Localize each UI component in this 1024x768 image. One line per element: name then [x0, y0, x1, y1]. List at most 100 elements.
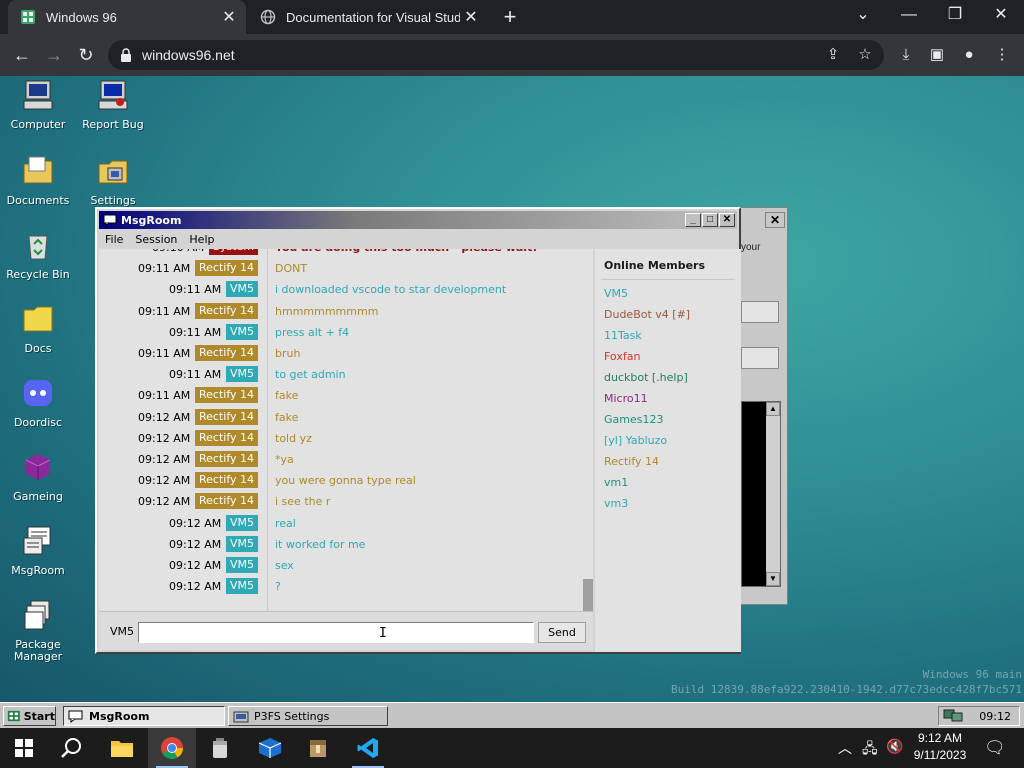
- message-user-badge[interactable]: Rectify 14: [195, 472, 259, 489]
- share-icon[interactable]: ⇪: [822, 44, 844, 66]
- minimize-icon[interactable]: _: [685, 213, 701, 227]
- new-tab-button[interactable]: +: [498, 4, 522, 30]
- search-icon[interactable]: [48, 728, 96, 768]
- back-window-scrollbar[interactable]: [766, 402, 780, 586]
- chat-scrollbar-thumb[interactable]: [583, 579, 593, 611]
- chevron-down-icon[interactable]: ⌄: [840, 0, 886, 30]
- notifications-icon[interactable]: 🗨: [984, 738, 1006, 758]
- back-window-field-1[interactable]: [741, 301, 779, 323]
- close-tab-icon[interactable]: ✕: [218, 7, 240, 27]
- message-time: 09:12 AM: [138, 495, 191, 509]
- scroll-down-icon[interactable]: ▼: [766, 572, 780, 586]
- download-icon[interactable]: ⤓: [893, 42, 919, 68]
- chat-scrollbar[interactable]: [583, 249, 593, 611]
- kebab-menu-icon[interactable]: ⋮: [989, 42, 1015, 68]
- send-button[interactable]: Send: [538, 622, 586, 643]
- message-user-badge[interactable]: Rectify 14: [195, 345, 259, 361]
- close-tab-icon[interactable]: ✕: [460, 7, 482, 27]
- task-msgroom[interactable]: MsgRoom: [63, 706, 225, 726]
- member-item[interactable]: vm1: [604, 476, 628, 489]
- member-item[interactable]: VM5: [604, 287, 628, 300]
- minimize-icon[interactable]: —: [886, 0, 932, 30]
- desktop-icon-recycle-bin[interactable]: Recycle Bin: [0, 228, 76, 281]
- desktop-icon-docs[interactable]: Docs: [0, 302, 76, 355]
- restore-icon[interactable]: ❐: [932, 0, 978, 30]
- message-time: 09:11 AM: [169, 325, 222, 339]
- message-user-badge[interactable]: Rectify 14: [195, 408, 259, 425]
- message-user-badge[interactable]: VM5: [226, 366, 259, 383]
- network-status-icon[interactable]: 🖧: [862, 738, 878, 762]
- member-item[interactable]: vm3: [604, 497, 628, 510]
- close-icon[interactable]: ✕: [978, 0, 1024, 30]
- message-user-badge[interactable]: VM5: [226, 514, 259, 531]
- member-item[interactable]: duckbot [.help]: [604, 371, 688, 384]
- desktop-icon-msgroom[interactable]: MsgRoom: [0, 524, 76, 577]
- member-item[interactable]: DudeBot v4 [#]: [604, 308, 690, 321]
- member-item[interactable]: Rectify 14: [604, 455, 659, 468]
- chrome-icon[interactable]: [148, 728, 196, 768]
- file-explorer-icon[interactable]: [98, 728, 146, 768]
- winrar-icon[interactable]: [294, 728, 342, 768]
- close-icon[interactable]: ✕: [719, 213, 735, 227]
- member-item[interactable]: Games123: [604, 413, 663, 426]
- network-icon[interactable]: [943, 709, 965, 723]
- desktop-icon-gameing[interactable]: Gameing: [0, 450, 76, 503]
- forward-arrow-icon[interactable]: →: [41, 42, 67, 68]
- member-item[interactable]: Micro11: [604, 392, 648, 405]
- volume-muted-icon[interactable]: 🔇: [886, 738, 903, 755]
- windows-start-icon[interactable]: [0, 728, 48, 768]
- chat-log[interactable]: 09:10 AM System You are doing this too muc…: [99, 249, 593, 611]
- message-user-badge[interactable]: Rectify 14: [195, 493, 259, 510]
- scroll-up-icon[interactable]: ▲: [766, 402, 780, 416]
- docs-folder-icon: [23, 306, 53, 332]
- member-item[interactable]: Foxfan: [604, 350, 640, 363]
- desktop-icon-report-bug[interactable]: Report Bug: [75, 78, 151, 131]
- message-user-badge[interactable]: System: [209, 249, 259, 255]
- desktop-icon-settings[interactable]: Settings: [75, 154, 151, 207]
- paint-bucket-icon[interactable]: [196, 728, 244, 768]
- desktop-icon-doordisc[interactable]: Doordisc: [0, 376, 76, 429]
- show-hidden-icons-icon[interactable]: ︿: [838, 738, 852, 758]
- tab-vs-docs[interactable]: Documentation for Visual Studio ✕: [248, 0, 488, 34]
- message-row: 09:12 AM Rectify 14 fake: [99, 408, 579, 427]
- back-arrow-icon[interactable]: ←: [9, 42, 35, 68]
- side-panel-icon[interactable]: ▣: [924, 42, 950, 68]
- message-user-badge[interactable]: Rectify 14: [195, 429, 259, 446]
- member-item[interactable]: [yl] Yabluzo: [604, 434, 667, 447]
- message-user-badge[interactable]: VM5: [226, 578, 259, 595]
- menu-help[interactable]: Help: [183, 231, 220, 249]
- start-label: Start: [23, 709, 55, 723]
- back-window-close-icon[interactable]: ✕: [765, 212, 785, 228]
- desktop-icon-package-manager[interactable]: Package Manager: [0, 598, 76, 663]
- message-user-badge[interactable]: VM5: [226, 557, 259, 573]
- back-window-list[interactable]: ▲ ▼: [741, 401, 781, 587]
- message-user-badge[interactable]: Rectify 14: [195, 302, 259, 319]
- globe-icon: [260, 9, 276, 25]
- system-clock[interactable]: 9:12 AM 9/11/2023: [906, 730, 974, 764]
- start-button[interactable]: Start: [3, 706, 56, 726]
- tab-windows96[interactable]: Windows 96 ✕: [8, 0, 246, 34]
- reload-icon[interactable]: ↻: [73, 42, 99, 68]
- back-window-field-2[interactable]: [741, 347, 779, 369]
- desktop-icon-documents[interactable]: Documents: [0, 154, 76, 207]
- message-user-badge[interactable]: VM5: [226, 323, 259, 340]
- member-item[interactable]: 11Task: [604, 329, 642, 342]
- msgroom-titlebar[interactable]: MsgRoom _ □ ✕: [99, 211, 737, 229]
- menu-file[interactable]: File: [99, 231, 129, 249]
- star-icon[interactable]: ☆: [854, 44, 876, 66]
- message-user-badge[interactable]: VM5: [226, 535, 259, 552]
- message-user-badge[interactable]: Rectify 14: [195, 387, 259, 404]
- profile-icon[interactable]: ●: [956, 42, 982, 68]
- message-user-badge[interactable]: VM5: [226, 281, 259, 298]
- message-input[interactable]: I: [138, 622, 534, 643]
- desktop-icon-computer[interactable]: Computer: [0, 78, 76, 131]
- address-bar[interactable]: windows96.net ⇪ ☆: [108, 40, 884, 70]
- maximize-icon[interactable]: □: [702, 213, 718, 227]
- menu-session[interactable]: Session: [129, 231, 183, 249]
- task-p3fs-settings[interactable]: P3FS Settings: [228, 706, 388, 726]
- message-time: 09:12 AM: [169, 537, 222, 551]
- message-user-badge[interactable]: Rectify 14: [195, 260, 259, 277]
- vscode-icon[interactable]: [344, 728, 392, 768]
- message-user-badge[interactable]: Rectify 14: [195, 451, 259, 467]
- virtualbox-icon[interactable]: [246, 728, 294, 768]
